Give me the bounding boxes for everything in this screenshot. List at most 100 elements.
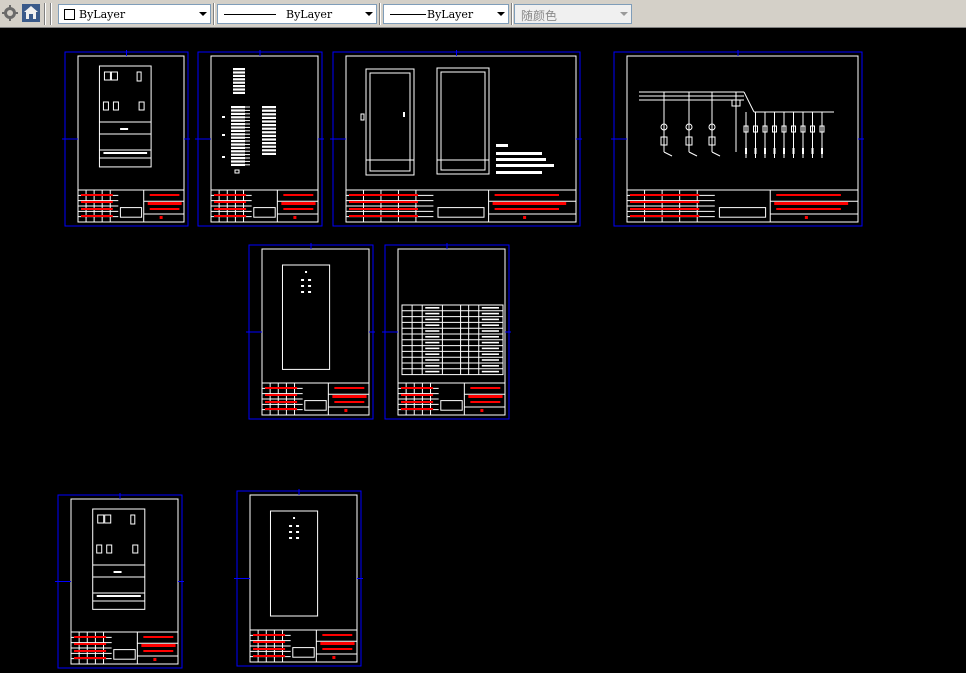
circuit-label <box>745 148 747 154</box>
terminal-entry <box>231 143 245 146</box>
title-block-cell <box>119 207 143 218</box>
title-block-red-text <box>74 636 107 638</box>
feeder-tail <box>688 151 698 157</box>
drawing-sheet[interactable] <box>55 493 184 669</box>
terminal-entry <box>262 149 276 152</box>
title-block-sheet-number <box>523 216 527 219</box>
title-block-cell <box>718 207 767 218</box>
title-block-red-text <box>147 202 182 205</box>
terminal-entry <box>262 145 276 148</box>
title-block-cell <box>292 647 315 658</box>
chevron-down-icon[interactable] <box>362 5 376 23</box>
toolbar-separator <box>213 3 215 25</box>
linetype-combo[interactable]: ByLayer <box>217 4 377 24</box>
sheet-outer-border <box>613 51 863 227</box>
terminal-entry <box>231 129 245 132</box>
breaker-symbol <box>96 544 103 554</box>
terminal-entry <box>231 133 245 136</box>
bom-cell-text <box>481 336 499 338</box>
feeder-tail <box>711 151 721 157</box>
indicator-symbol <box>301 285 305 287</box>
layer-color-swatch <box>64 9 75 20</box>
title-block-red-text <box>253 641 286 643</box>
title-block-red-text <box>265 408 298 410</box>
drawing-sheet[interactable] <box>382 243 511 420</box>
layer-combo[interactable]: ByLayer <box>58 4 211 24</box>
bom-cell-text <box>425 365 440 367</box>
drawing-sheet[interactable] <box>246 243 375 420</box>
bom-cell-text <box>481 353 499 355</box>
title-block-cell <box>437 207 485 218</box>
terminal-entry <box>262 113 276 116</box>
title-block-red-text <box>776 194 841 196</box>
bus-connection <box>743 91 755 113</box>
breaker-symbol <box>102 101 109 111</box>
cabinet-front-view <box>365 68 415 176</box>
bom-cell-text <box>425 353 440 355</box>
title-block-red-text <box>349 215 418 217</box>
chevron-down-icon[interactable] <box>196 5 210 23</box>
title-block-red-text <box>74 657 107 659</box>
terminal-entry <box>262 152 276 155</box>
bom-cell-text <box>481 365 499 367</box>
technical-notes-text <box>496 158 546 161</box>
terminal-entry <box>231 123 245 126</box>
cabinet-handle <box>403 112 405 117</box>
title-block-sheet-number <box>480 409 484 412</box>
terminal-entry <box>233 88 245 91</box>
drawing-sheet[interactable] <box>234 489 363 667</box>
drawing-canvas[interactable] <box>0 28 966 673</box>
title-block-red-text <box>322 648 353 650</box>
panel-outline <box>92 508 146 610</box>
terminal-entry <box>262 116 276 119</box>
bom-cell-text <box>425 318 440 321</box>
title-block-red-text <box>494 194 559 196</box>
chevron-down-icon[interactable] <box>617 5 631 23</box>
drawing-sheet[interactable] <box>62 50 190 227</box>
bom-cell-text <box>481 370 499 373</box>
home-icon[interactable] <box>22 4 40 22</box>
cabinet-side-panel <box>440 71 486 171</box>
toolbar-separator <box>50 3 52 25</box>
title-block-red-text <box>265 387 298 389</box>
chevron-down-icon[interactable] <box>494 5 508 23</box>
drawing-sheet[interactable] <box>195 50 324 227</box>
lineweight-combo[interactable]: ByLayer <box>383 4 509 24</box>
color-combo[interactable]: 随颜色 <box>514 4 632 24</box>
title-block-red-text <box>281 202 316 205</box>
circuit-label <box>783 148 785 154</box>
breaker-symbol <box>112 101 119 111</box>
terminal-entry <box>231 140 245 143</box>
title-block-sheet-number <box>159 216 163 219</box>
title-block-red-text <box>214 201 247 203</box>
indicator-symbol <box>136 71 142 82</box>
terminal-entry <box>262 124 276 127</box>
cabinet-hinge <box>360 113 365 121</box>
panel-label <box>103 152 148 154</box>
title-block-red-text <box>141 644 176 647</box>
title-block-red-text <box>630 194 700 196</box>
meter-symbol <box>103 71 111 81</box>
panel-label <box>96 595 141 597</box>
title-block-red-text <box>492 202 567 205</box>
terminal-mark <box>234 169 240 174</box>
title-block-red-text <box>349 208 418 210</box>
bom-cell-text <box>425 359 440 361</box>
lineweight-sample <box>390 14 426 15</box>
layer-settings-icon[interactable] <box>1 4 19 22</box>
bom-cell-text <box>481 330 499 332</box>
properties-toolbar: ByLayer ByLayer ByLayer 随颜色 <box>0 0 966 28</box>
title-block-red-text <box>74 643 107 645</box>
title-block-red-text <box>149 194 180 196</box>
terminal-entry <box>262 109 276 112</box>
meter-symbol <box>97 514 105 524</box>
title-block-red-text <box>470 401 501 403</box>
bom-cell-text <box>481 312 499 315</box>
bom-cell-text <box>425 330 440 332</box>
indicator-symbol <box>296 537 300 539</box>
drawing-sheet[interactable] <box>611 50 864 227</box>
terminal-entry <box>233 74 245 77</box>
terminal-entry <box>233 91 245 94</box>
title-block-red-text <box>214 208 247 210</box>
drawing-sheet[interactable] <box>330 50 582 227</box>
